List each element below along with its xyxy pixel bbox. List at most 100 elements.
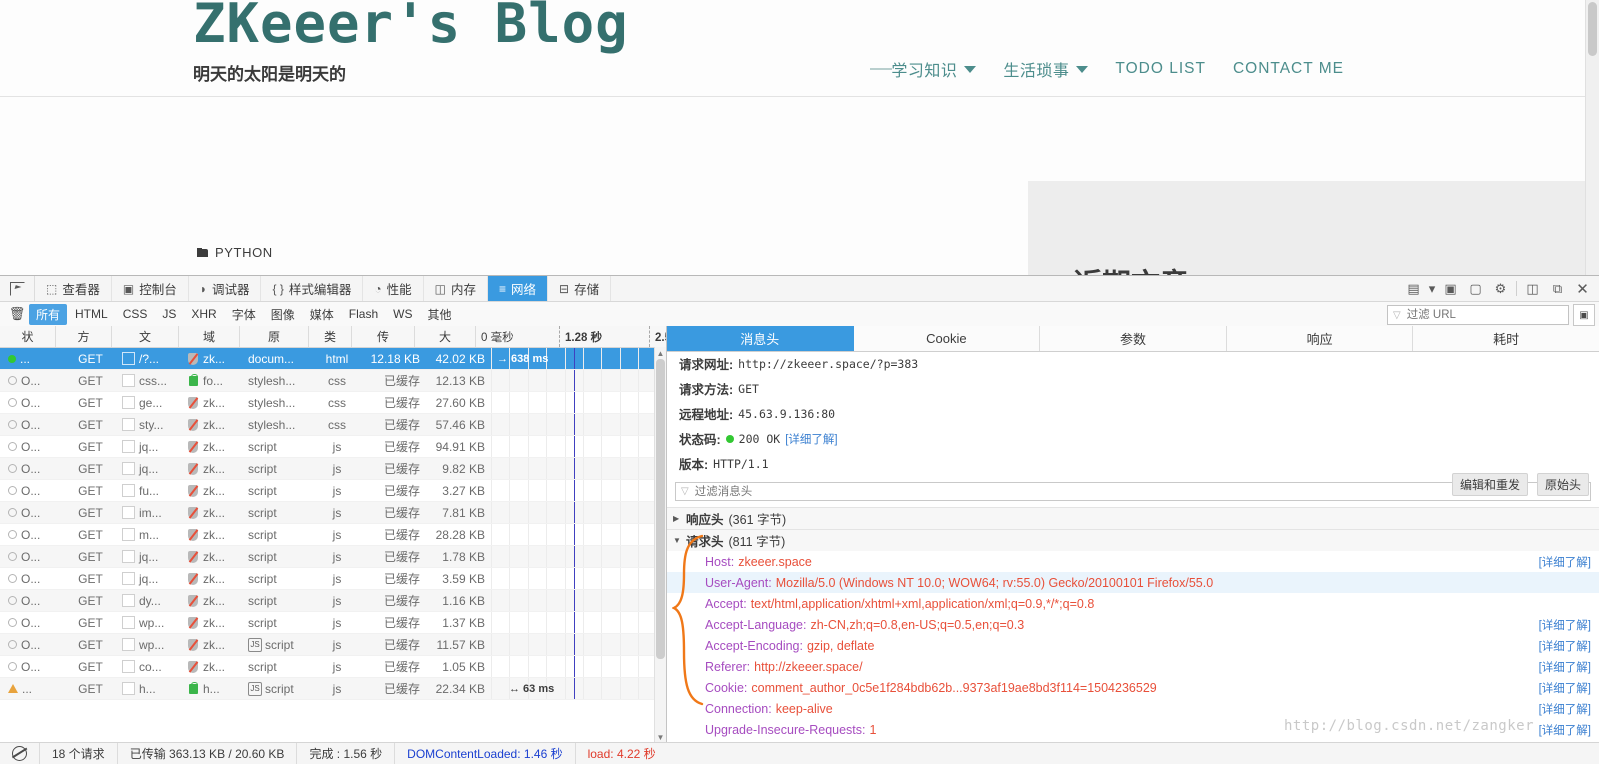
learn-more-link[interactable]: [详细了解] — [1539, 701, 1591, 717]
clear-requests-button[interactable]: 🗑 — [6, 303, 28, 325]
table-row[interactable]: O... GET fu... zk... script js 已缓存 3.27 KB — [0, 480, 666, 502]
filter-xhr[interactable]: XHR — [184, 305, 223, 323]
learn-more-link[interactable]: [详细了解] — [1539, 638, 1591, 654]
table-row[interactable]: O... GET wp... zk... JS script js 已缓存 11.57 KB — [0, 634, 666, 656]
tab-performance[interactable]: ◔ 性能 — [363, 276, 424, 301]
layout-split-icon[interactable]: ▤ — [1401, 276, 1426, 301]
url-filter-wrapper[interactable]: ▽ — [1387, 305, 1569, 325]
filter-image[interactable]: 图像 — [264, 304, 302, 325]
detail-tab-params[interactable]: 参数 — [1040, 326, 1227, 351]
dock-window-icon[interactable]: ⧉ — [1545, 276, 1570, 301]
detail-tab-cookies[interactable]: Cookie — [854, 326, 1041, 351]
tab-style-editor[interactable]: { } 样式编辑器 — [261, 276, 364, 301]
header-row[interactable]: Host: zkeeer.space [详细了解] — [667, 551, 1599, 572]
nav-item-todo[interactable]: TODO LIST — [1115, 60, 1206, 78]
detail-tab-timings[interactable]: 耗时 — [1413, 326, 1599, 351]
column-header-file[interactable]: 文 — [112, 326, 179, 347]
learn-more-link[interactable]: [详细了解] — [1539, 680, 1591, 696]
request-list-scrollbar[interactable]: ▲ ▼ — [654, 347, 666, 743]
status-network-icon-cell[interactable] — [0, 743, 40, 764]
column-header-status[interactable]: 状 — [0, 326, 56, 347]
header-row[interactable]: Accept-Language: zh-CN,zh;q=0.8,en-US;q=0… — [667, 614, 1599, 635]
filter-all[interactable]: 所有 — [29, 303, 68, 325]
close-icon[interactable]: ✕ — [1570, 276, 1595, 301]
column-header-cause[interactable]: 原 — [240, 326, 309, 347]
scrollbar-thumb[interactable] — [1588, 2, 1597, 56]
console-split-icon[interactable]: ▣ — [1438, 276, 1463, 301]
scrollbar-thumb[interactable] — [656, 359, 665, 659]
cell-transfer-text: 12.18 KB — [370, 351, 420, 366]
table-row[interactable]: O... GET jq... zk... script js 已缓存 3.59 KB — [0, 568, 666, 590]
section-request-headers[interactable]: ▼ 请求头 (811 字节) — [667, 529, 1599, 551]
table-row[interactable]: O... GET m... zk... script js 已缓存 28.28 KB — [0, 524, 666, 546]
tab-console[interactable]: ▣ 控制台 — [112, 276, 189, 301]
page-scrollbar[interactable] — [1585, 0, 1599, 275]
table-row[interactable]: O... GET im... zk... script js 已缓存 7.81 KB — [0, 502, 666, 524]
table-row[interactable]: ... GET h... h... JS script js 已缓存 22.34 KB ↔ 63 … — [0, 678, 666, 700]
url-filter-input[interactable] — [1404, 308, 1563, 322]
header-row[interactable]: Referer: http://zkeeer.space/ [详细了解] — [667, 656, 1599, 677]
scroll-up-icon[interactable]: ▲ — [655, 347, 666, 359]
detail-tab-headers[interactable]: 消息头 — [667, 326, 854, 351]
tab-memory[interactable]: ◫ 内存 — [424, 276, 488, 301]
column-header-size[interactable]: 大 — [415, 326, 476, 347]
filter-flash[interactable]: Flash — [342, 305, 385, 323]
learn-more-link[interactable]: [详细了解] — [1539, 722, 1591, 738]
element-picker-button[interactable] — [0, 276, 35, 301]
responsive-design-icon[interactable]: ▢ — [1463, 276, 1488, 301]
nav-item-study[interactable]: 学习知识 — [891, 57, 977, 81]
nav-item-life[interactable]: 生活琐事 — [1003, 57, 1089, 81]
header-row[interactable]: User-Agent: Mozilla/5.0 (Windows NT 10.0;… — [667, 572, 1599, 593]
post-category[interactable]: PYTHON — [197, 245, 273, 260]
tab-network[interactable]: ≡ 网络 — [487, 276, 549, 301]
tab-debugger[interactable]: ◗ 调试器 — [189, 276, 262, 301]
raw-headers-button[interactable]: 原始头 — [1536, 473, 1589, 496]
devtools-tab-bar: ⬚ 查看器 ▣ 控制台 ◗ 调试器 { } 样式编辑器 ◔ 性能 ◫ 内存 ≡ 网络 ⊟ 存储 … — [0, 276, 1599, 302]
table-row[interactable]: O... GET sty... zk... stylesh... css 已缓存 57.46 … — [0, 414, 666, 436]
section-response-headers[interactable]: ▶ 响应头 (361 字节) — [667, 507, 1599, 529]
table-row[interactable]: O... GET jq... zk... script js 已缓存 9.82 KB — [0, 458, 666, 480]
table-row[interactable]: O... GET jq... zk... script js 已缓存 1.78 KB — [0, 546, 666, 568]
learn-more-link[interactable]: [详细了解] — [1539, 659, 1591, 675]
column-header-transfer[interactable]: 传 — [352, 326, 415, 347]
filter-js[interactable]: JS — [155, 305, 183, 323]
domcontentloaded-marker — [574, 568, 575, 589]
tab-storage[interactable]: ⊟ 存储 — [548, 276, 612, 301]
persist-logs-button[interactable]: ▣ — [1573, 304, 1595, 326]
header-row[interactable]: Connection: keep-alive [详细了解] — [667, 698, 1599, 719]
cell-timeline — [491, 634, 666, 655]
post-article: PYTHON 获取爬虫所需要的代理IP BY ZKEEER 2017-08-30… — [0, 97, 1028, 275]
filter-font[interactable]: 字体 — [225, 304, 263, 325]
filter-ws[interactable]: WS — [386, 305, 419, 323]
table-row[interactable]: O... GET dy... zk... script js 已缓存 1.16 KB — [0, 590, 666, 612]
column-header-method[interactable]: 方 — [56, 326, 112, 347]
filter-css[interactable]: CSS — [116, 305, 155, 323]
learn-more-link[interactable]: [详细了解] — [785, 431, 837, 447]
table-row[interactable]: O... GET jq... zk... script js 已缓存 94.91 KB — [0, 436, 666, 458]
blog-nav: 学习知识 生活琐事 TODO LIST CONTACT ME — [891, 57, 1344, 81]
table-row[interactable]: O... GET co... zk... script js 已缓存 1.05 KB — [0, 656, 666, 678]
detail-tab-response[interactable]: 响应 — [1227, 326, 1414, 351]
column-header-domain[interactable]: 域 — [179, 326, 240, 347]
header-row[interactable]: Accept-Encoding: gzip, deflate [详细了解] — [667, 635, 1599, 656]
cell-file-text: im... — [139, 505, 162, 520]
table-row[interactable]: O... GET ge... zk... stylesh... css 已缓存 27.60 K… — [0, 392, 666, 414]
dock-side-icon[interactable]: ◫ — [1520, 276, 1545, 301]
edit-and-resend-button[interactable]: 编辑和重发 — [1451, 473, 1528, 496]
table-row[interactable]: ... GET /?... zk... docum... html 12.18 KB 42.0… — [0, 348, 666, 370]
filter-other[interactable]: 其他 — [420, 304, 458, 325]
chevron-down-icon[interactable]: ▾ — [1426, 276, 1438, 301]
tab-inspector[interactable]: ⬚ 查看器 — [35, 276, 112, 301]
filter-media[interactable]: 媒体 — [303, 304, 341, 325]
table-row[interactable]: O... GET wp... zk... script js 已缓存 1.37 KB — [0, 612, 666, 634]
learn-more-link[interactable]: [详细了解] — [1539, 554, 1591, 570]
header-row[interactable]: Cookie: comment_author_0c5e1f284bdb62b...… — [667, 677, 1599, 698]
header-row[interactable]: Accept: text/html,application/xhtml+xml,a… — [667, 593, 1599, 614]
table-row[interactable]: O... GET css... fo... stylesh... css 已缓存 12.13 … — [0, 370, 666, 392]
filter-html[interactable]: HTML — [68, 305, 115, 323]
column-header-type[interactable]: 类 — [309, 326, 352, 347]
learn-more-link[interactable]: [详细了解] — [1539, 617, 1591, 633]
settings-gear-icon[interactable]: ⚙ — [1488, 276, 1513, 301]
nav-item-contact[interactable]: CONTACT ME — [1233, 60, 1344, 78]
summary-request-method: 请求方法: GET — [667, 376, 1599, 401]
